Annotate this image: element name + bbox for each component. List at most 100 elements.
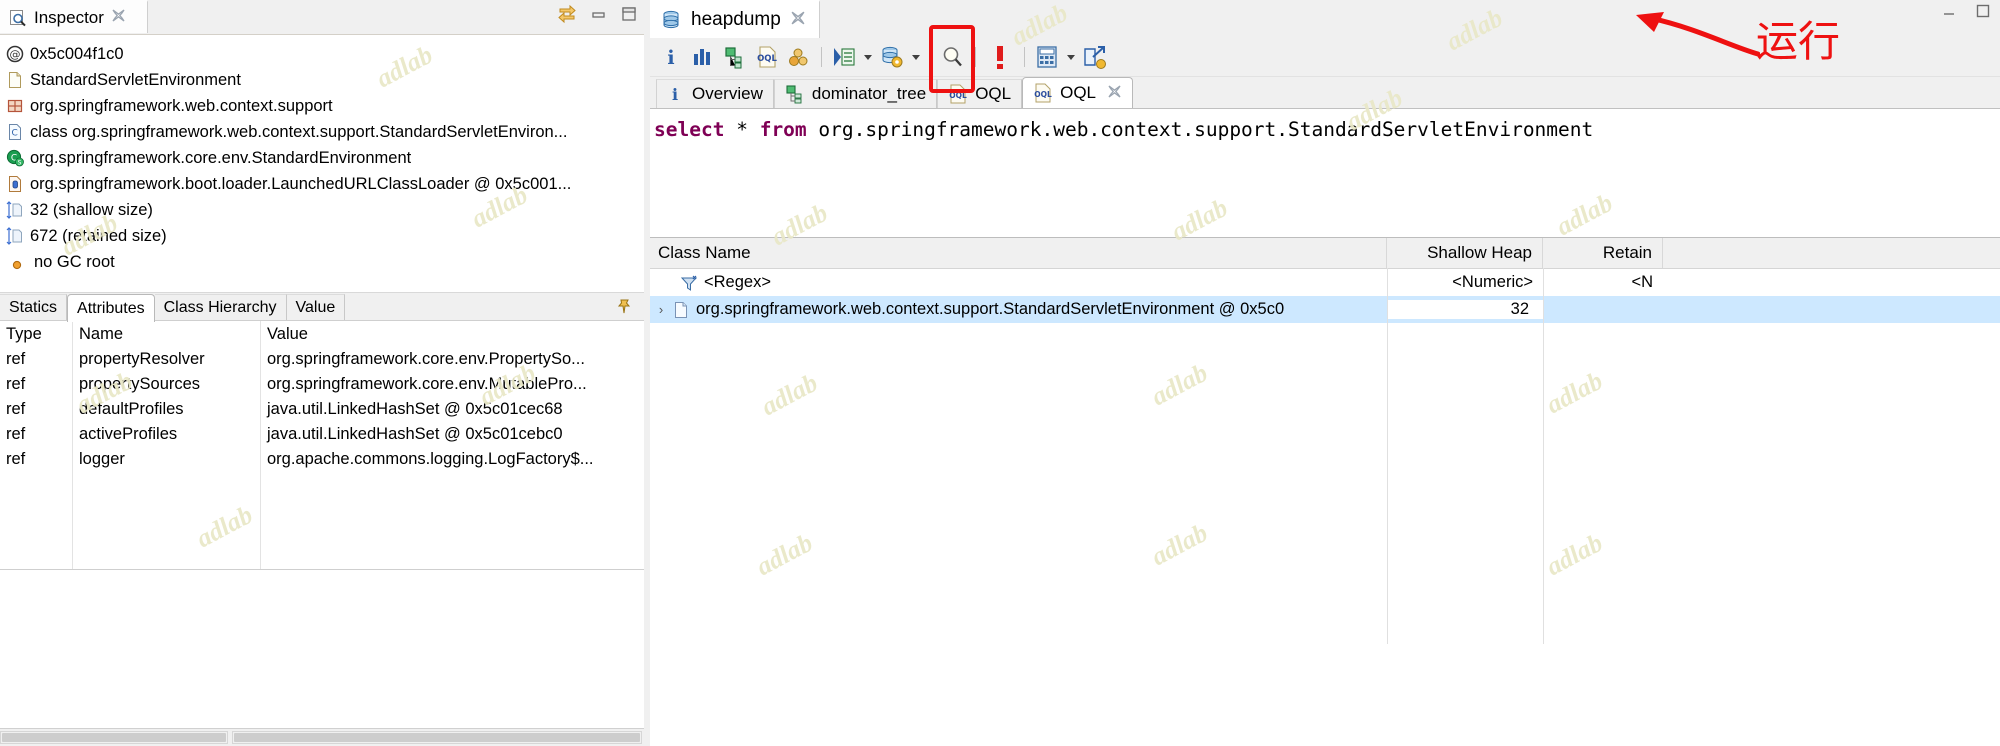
toolbar-separator xyxy=(930,47,931,67)
table-row[interactable]: ref propertySources org.springframework.… xyxy=(0,372,644,397)
table-row[interactable]: ref logger org.apache.commons.logging.Lo… xyxy=(0,447,644,472)
tab-value-label: Value xyxy=(296,299,336,317)
oql-icon: OQL xyxy=(1033,82,1053,104)
inspector-object-summary: @ 0x5c004f1c0 StandardServletEnvironment xyxy=(0,35,644,275)
table-row[interactable]: › org.springframework.web.context.suppor… xyxy=(650,296,2000,323)
horizontal-scrollbar-2[interactable] xyxy=(232,731,642,744)
maximize-icon[interactable] xyxy=(1974,2,1992,20)
tab-overview[interactable]: i Overview xyxy=(656,79,774,108)
tab-attributes[interactable]: Attributes xyxy=(67,294,155,322)
oql-target-class: org.springframework.web.context.support.… xyxy=(818,118,1593,141)
link-editor-icon[interactable] xyxy=(556,3,578,25)
chevron-down-icon[interactable] xyxy=(861,43,875,71)
toolbar-separator xyxy=(1024,47,1025,67)
oql-results-table[interactable]: Class Name Shallow Heap Retain <Regex> <… xyxy=(650,237,2000,644)
object-package: org.springframework.web.context.support xyxy=(30,97,333,116)
maximize-icon[interactable] xyxy=(620,5,638,23)
tab-value[interactable]: Value xyxy=(287,294,346,321)
svg-text:i: i xyxy=(672,85,678,104)
toolbar-separator xyxy=(975,47,976,67)
close-icon[interactable] xyxy=(111,8,126,27)
class-file-icon: C xyxy=(6,123,24,141)
list-item[interactable]: no GC root xyxy=(4,249,644,275)
scrollbar-thumb-2[interactable] xyxy=(234,733,640,742)
tab-statics[interactable]: Statics xyxy=(0,294,67,321)
oql-query-text[interactable]: select * from org.springframework.web.co… xyxy=(654,117,2000,143)
filter-retained-heap[interactable]: <N xyxy=(1543,273,1663,292)
close-icon[interactable] xyxy=(1107,84,1122,103)
tab-heapdump[interactable]: heapdump xyxy=(650,0,820,38)
cell-value: java.util.LinkedHashSet @ 0x5c01cec68 xyxy=(260,400,642,419)
table-row[interactable]: ref propertyResolver org.springframework… xyxy=(0,347,644,372)
table-header-row: Type Name Value xyxy=(0,321,644,347)
histogram-icon[interactable] xyxy=(688,42,718,72)
oql-star: * xyxy=(736,118,748,141)
dominator-tree-icon[interactable] xyxy=(720,42,750,72)
list-item[interactable]: @ 0x5c004f1c0 xyxy=(4,41,644,67)
cell-type: ref xyxy=(0,400,72,419)
result-class-name-text: org.springframework.web.context.support.… xyxy=(696,300,1284,319)
filter-icon xyxy=(680,274,698,292)
tab-class-hierarchy-label: Class Hierarchy xyxy=(164,299,277,317)
thread-overview-icon[interactable] xyxy=(784,42,814,72)
tab-inspector[interactable]: Inspector xyxy=(0,0,148,33)
list-item[interactable]: C S org.springframework.core.env.Standar… xyxy=(4,145,644,171)
find-icon[interactable] xyxy=(938,42,968,72)
open-query-browser-icon[interactable] xyxy=(829,42,859,72)
col-header-retained-heap[interactable]: Retain xyxy=(1543,238,1663,268)
oql-query-editor[interactable]: select * from org.springframework.web.co… xyxy=(650,108,2000,237)
list-item[interactable]: StandardServletEnvironment xyxy=(4,67,644,93)
export-icon[interactable] xyxy=(1080,42,1110,72)
filter-row[interactable]: <Regex> <Numeric> <N xyxy=(650,269,2000,296)
svg-text:OQL: OQL xyxy=(757,54,777,64)
run-query-icon[interactable] xyxy=(983,42,1017,72)
col-header-class-name[interactable]: Class Name xyxy=(650,238,1387,268)
list-item[interactable]: 32 (shallow size) xyxy=(4,197,644,223)
tab-oql-1[interactable]: OQL OQL xyxy=(937,79,1022,108)
filter-shallow-heap[interactable]: <Numeric> xyxy=(1387,273,1543,292)
attributes-table[interactable]: Type Name Value ref propertyResolver org… xyxy=(0,320,644,570)
svg-text:i: i xyxy=(667,47,674,69)
tab-dominator-tree[interactable]: dominator_tree xyxy=(774,79,937,108)
table-row[interactable]: ref defaultProfiles java.util.LinkedHash… xyxy=(0,397,644,422)
chevron-down-icon[interactable] xyxy=(1064,43,1078,71)
list-item[interactable]: C class org.springframework.web.context.… xyxy=(4,119,644,145)
close-icon[interactable] xyxy=(790,10,806,30)
heapdump-tab-label: heapdump xyxy=(691,9,781,31)
list-item[interactable]: org.springframework.boot.loader.Launched… xyxy=(4,171,644,197)
inspector-magnifier-icon xyxy=(9,9,27,27)
pin-icon[interactable] xyxy=(614,297,634,317)
list-item[interactable]: 672 (retained size) xyxy=(4,223,644,249)
dominator-tree-icon xyxy=(785,84,805,104)
retained-size-icon xyxy=(6,227,24,245)
object-file-icon xyxy=(672,301,690,319)
window-controls xyxy=(1940,2,1992,20)
col-header-type[interactable]: Type xyxy=(0,325,72,344)
inspector-bottom-bar xyxy=(0,728,644,746)
filter-class-name[interactable]: <Regex> xyxy=(650,273,1387,292)
oql-icon[interactable]: OQL xyxy=(752,42,782,72)
calculator-icon[interactable] xyxy=(1032,42,1062,72)
table-row[interactable]: ref activeProfiles java.util.LinkedHashS… xyxy=(0,422,644,447)
overview-info-icon[interactable]: i xyxy=(656,42,686,72)
col-header-name[interactable]: Name xyxy=(72,325,260,344)
scrollbar-thumb[interactable] xyxy=(2,733,226,742)
expand-arrow-icon[interactable]: › xyxy=(650,302,672,317)
cell-name: activeProfiles xyxy=(72,425,260,444)
list-item[interactable]: org.springframework.web.context.support xyxy=(4,93,644,119)
tab-class-hierarchy[interactable]: Class Hierarchy xyxy=(155,294,287,321)
minimize-icon[interactable] xyxy=(590,5,608,23)
heapdump-actions-icon[interactable] xyxy=(877,42,907,72)
object-address: 0x5c004f1c0 xyxy=(30,45,124,64)
col-header-value[interactable]: Value xyxy=(260,325,642,344)
toolbar-separator xyxy=(821,47,822,67)
minimize-icon[interactable] xyxy=(1940,2,1958,20)
results-header-row: Class Name Shallow Heap Retain xyxy=(650,238,2000,269)
result-class-name-cell[interactable]: › org.springframework.web.context.suppor… xyxy=(650,300,1387,319)
col-header-shallow-heap[interactable]: Shallow Heap xyxy=(1387,238,1543,268)
horizontal-scrollbar[interactable] xyxy=(0,731,228,744)
tab-oql-2[interactable]: OQL OQL xyxy=(1022,77,1133,108)
retained-size-value: 672 (retained size) xyxy=(30,227,167,246)
cell-type: ref xyxy=(0,350,72,369)
chevron-down-icon[interactable] xyxy=(909,43,923,71)
